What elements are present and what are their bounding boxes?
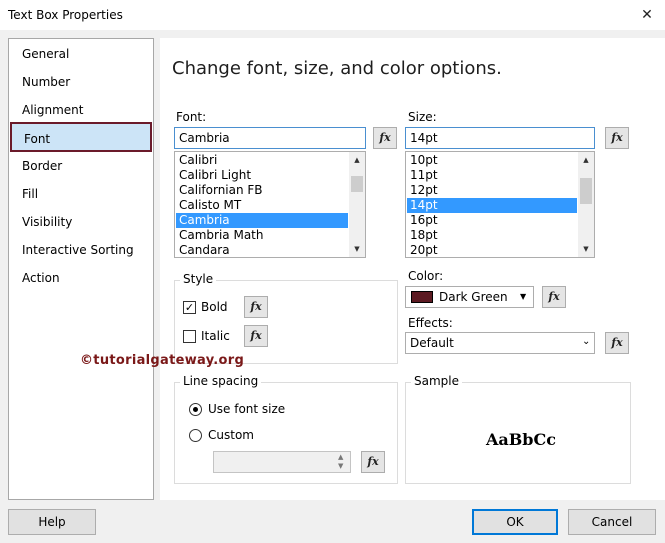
font-fx-button[interactable]: fx [373,127,397,149]
size-label: Size: [408,110,437,124]
color-value: Dark Green [439,290,508,304]
size-input[interactable]: 14pt [405,127,595,149]
list-item[interactable]: 20pt [407,243,577,257]
ok-button[interactable]: OK [472,509,558,535]
window-title: Text Box Properties [8,8,123,22]
nav-item-alignment[interactable]: Alignment [10,95,152,125]
style-group [174,280,398,364]
effects-fx-button[interactable]: fx [605,332,629,354]
italic-label: Italic [201,329,230,343]
page-heading: Change font, size, and color options. [172,58,502,79]
stepper-up-icon[interactable]: ▲ [338,453,343,461]
sample-legend: Sample [411,374,462,388]
list-item[interactable]: 12pt [407,183,577,198]
bold-label: Bold [201,300,228,314]
sample-text: AaBbCc [486,430,556,449]
nav-item-general[interactable]: General [10,39,152,69]
list-item[interactable]: Calisto MT [176,198,348,213]
nav-item-interactive-sorting[interactable]: Interactive Sorting [10,235,152,265]
size-listbox[interactable]: 10pt 11pt 12pt 14pt 16pt 18pt 20pt ▲ ▼ [405,151,595,258]
color-fx-button[interactable]: fx [542,286,566,308]
use-font-size-label: Use font size [208,402,286,416]
list-item[interactable]: Calibri [176,153,348,168]
list-item[interactable]: Calibri Light [176,168,348,183]
line-spacing-legend: Line spacing [180,374,262,388]
nav-item-fill[interactable]: Fill [10,179,152,209]
stepper-down-icon[interactable]: ▼ [338,462,343,470]
custom-fx-button[interactable]: fx [361,451,385,473]
style-legend: Style [180,272,217,286]
italic-fx-button[interactable]: fx [244,325,268,347]
nav-item-font[interactable]: Font [10,122,152,152]
chevron-down-icon: ▼ [520,292,527,301]
nav-item-action[interactable]: Action [10,263,152,293]
color-dropdown[interactable]: Dark Green ▼ [405,286,534,308]
list-item[interactable]: Californian FB [176,183,348,198]
font-label: Font: [176,110,207,124]
color-label: Color: [408,269,444,283]
bold-checkbox[interactable]: ✓ [183,301,196,314]
list-item-selected[interactable]: 14pt [407,198,577,213]
cancel-button[interactable]: Cancel [568,509,656,535]
effects-value: Default [410,336,454,350]
effects-dropdown[interactable]: Default ⌄ [405,332,595,354]
scroll-down-icon[interactable]: ▼ [349,241,365,257]
list-item[interactable]: Cambria Math [176,228,348,243]
list-item[interactable]: 11pt [407,168,577,183]
nav-item-number[interactable]: Number [10,67,152,97]
size-scrollbar[interactable]: ▲ ▼ [578,152,594,257]
list-item-selected[interactable]: Cambria [176,213,348,228]
size-fx-button[interactable]: fx [605,127,629,149]
use-font-size-radio[interactable] [189,403,202,416]
watermark: ©tutorialgateway.org [80,353,245,368]
custom-label: Custom [208,428,254,442]
scroll-up-icon[interactable]: ▲ [349,152,365,168]
scroll-down-icon[interactable]: ▼ [578,241,594,257]
bold-fx-button[interactable]: fx [244,296,268,318]
scroll-up-icon[interactable]: ▲ [578,152,594,168]
font-input[interactable]: Cambria [174,127,366,149]
color-swatch [411,291,433,303]
scroll-thumb[interactable] [580,178,592,204]
custom-radio[interactable] [189,429,202,442]
nav-panel: General Number Alignment Font Border Fil… [8,38,154,500]
nav-item-visibility[interactable]: Visibility [10,207,152,237]
list-item[interactable]: 10pt [407,153,577,168]
list-item[interactable]: 16pt [407,213,577,228]
custom-spacing-stepper[interactable]: ▲ ▼ [213,451,351,473]
effects-label: Effects: [408,316,453,330]
font-listbox[interactable]: Calibri Calibri Light Californian FB Cal… [174,151,366,258]
nav-item-border[interactable]: Border [10,151,152,181]
chevron-down-icon: ⌄ [582,336,591,347]
list-item[interactable]: Candara [176,243,348,257]
close-icon[interactable]: ✕ [636,4,658,26]
scroll-thumb[interactable] [351,176,363,192]
italic-checkbox[interactable] [183,330,196,343]
list-item[interactable]: 18pt [407,228,577,243]
help-button[interactable]: Help [8,509,96,535]
font-scrollbar[interactable]: ▲ ▼ [349,152,365,257]
